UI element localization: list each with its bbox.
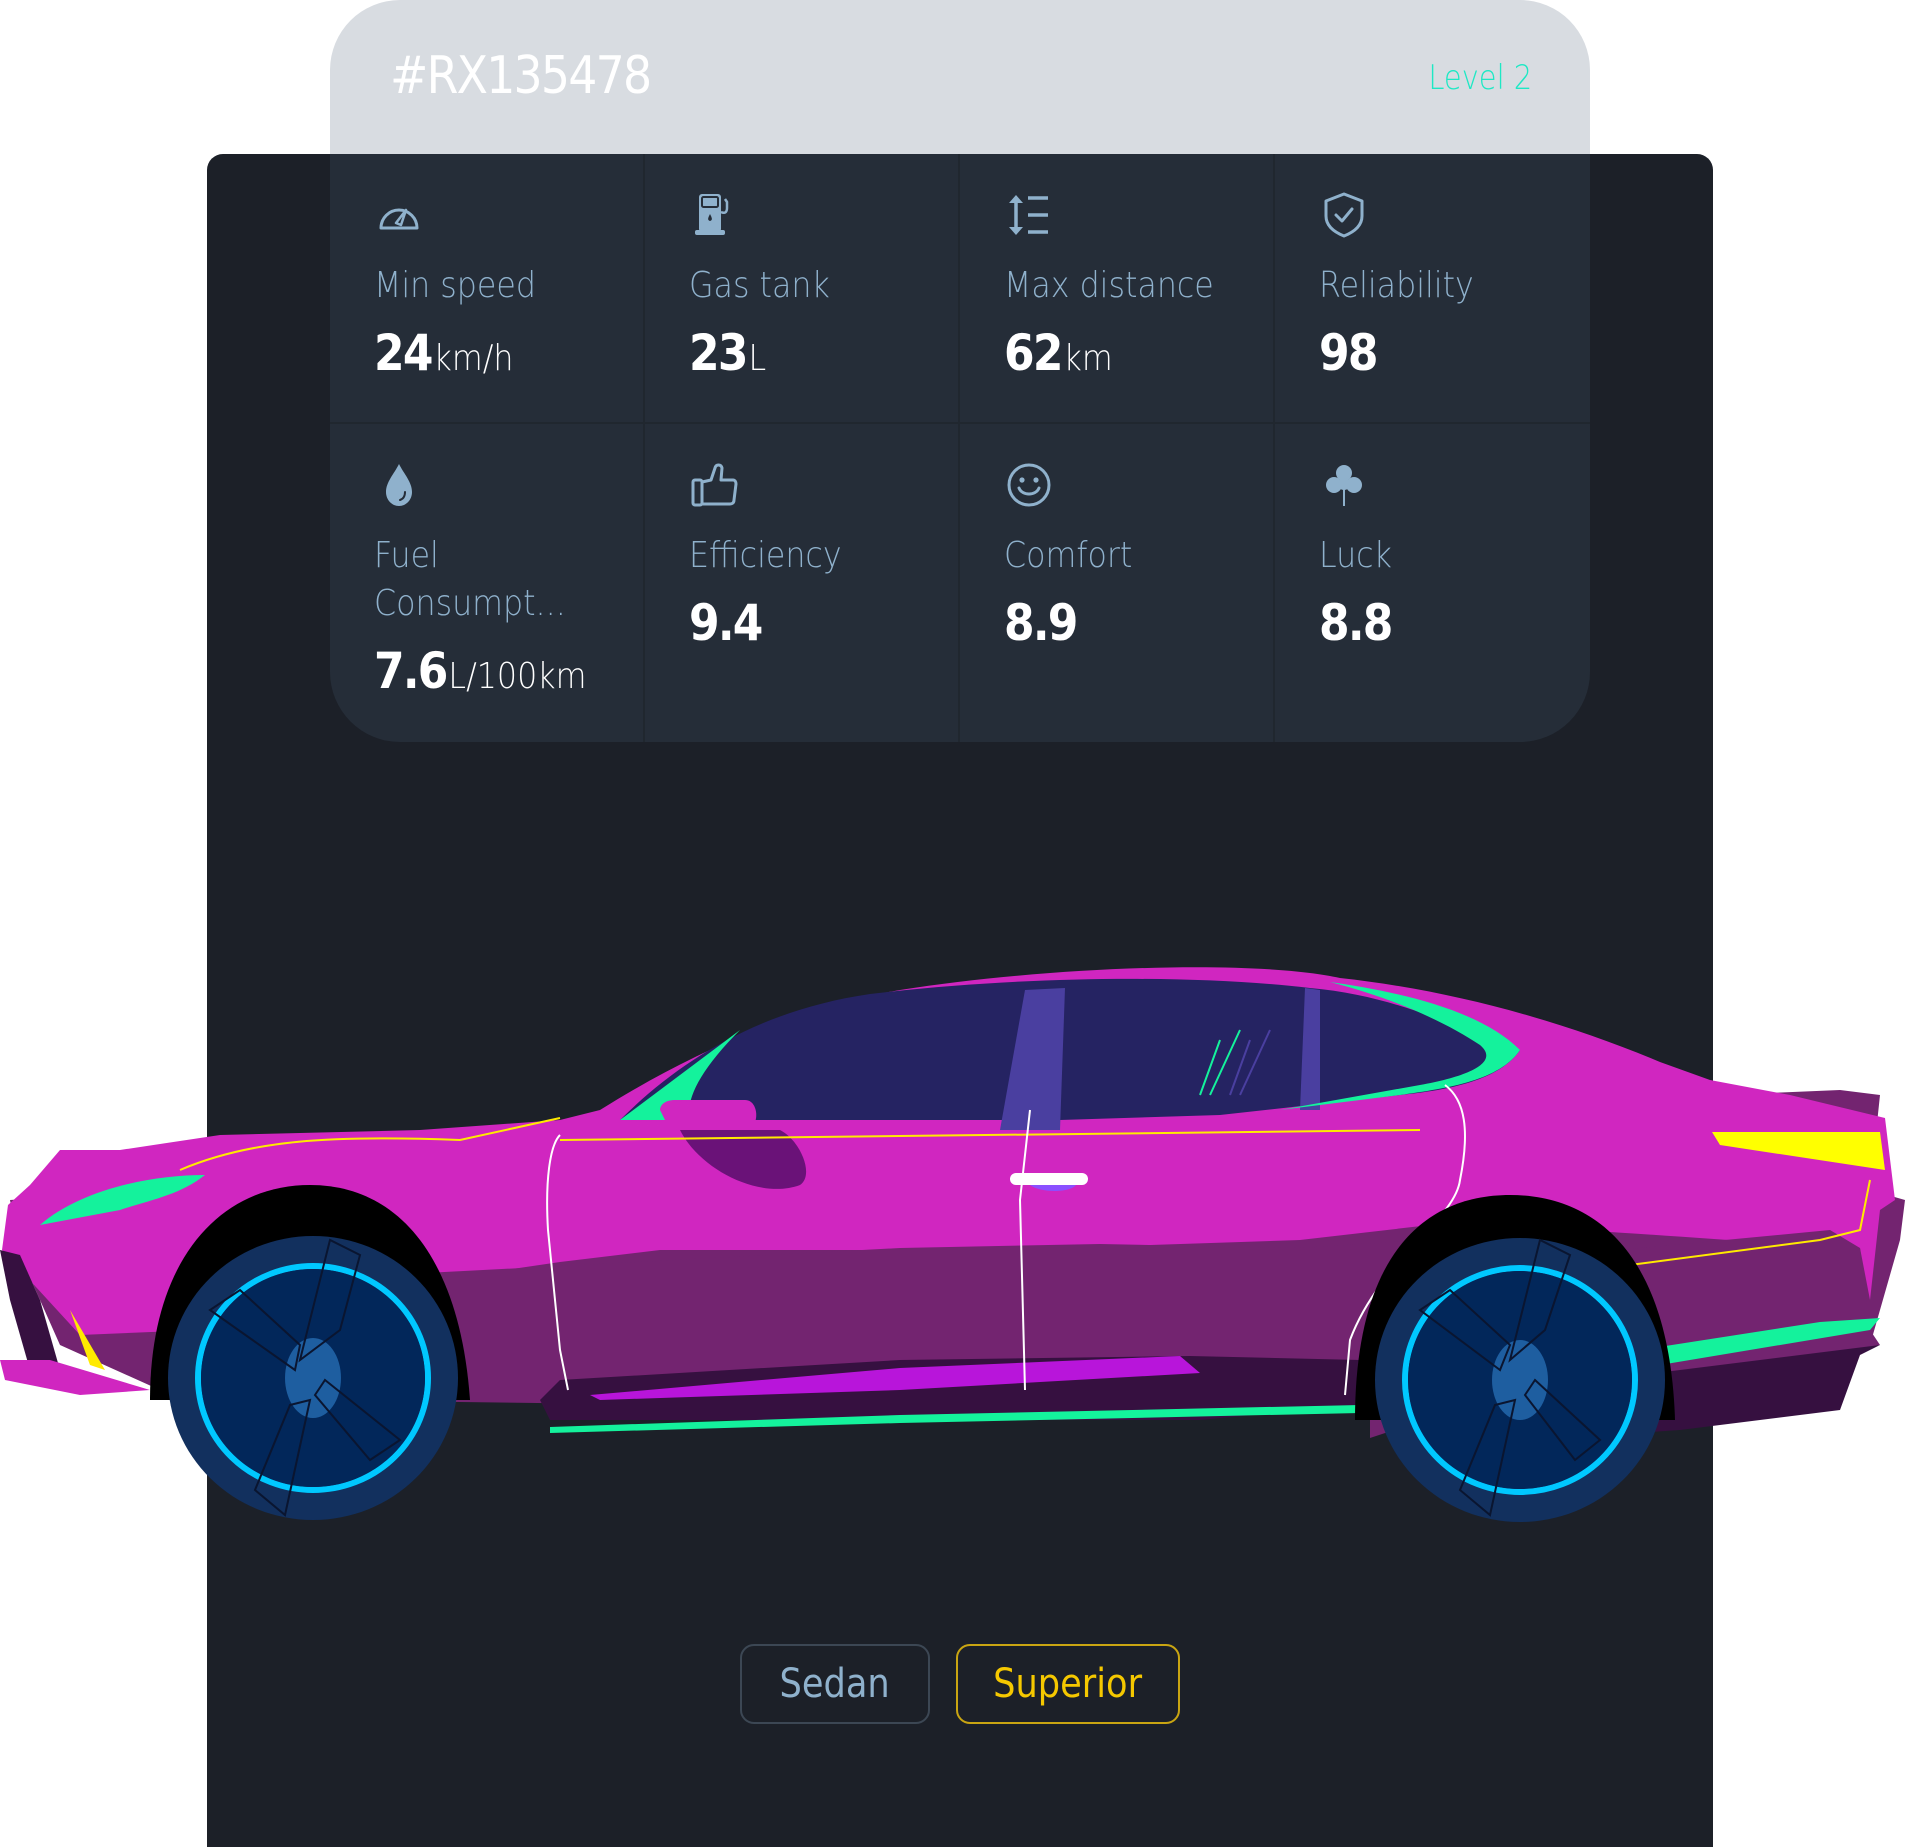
drop-icon (374, 460, 424, 510)
vehicle-id: #RX135478 (390, 46, 652, 106)
stat-max-distance: Max distance 62km (960, 154, 1275, 424)
stat-value: 23L (689, 324, 767, 382)
smiley-icon (1004, 460, 1054, 510)
stat-value: 8.9 (1004, 594, 1078, 652)
distance-icon (1004, 190, 1054, 240)
stat-min-speed: Min speed 24km/h (330, 154, 645, 424)
stat-fuel-consumption: Fuel Consumpt... 7.6L/100km (330, 424, 645, 742)
vehicle-tags: Sedan Superior (740, 1644, 1180, 1724)
stat-comfort: Comfort 8.9 (960, 424, 1275, 742)
stat-value: 7.6L/100km (374, 642, 587, 700)
front-wheel (168, 1236, 458, 1520)
vehicle-header: #RX135478 Level 2 (330, 0, 1590, 160)
tag-superior[interactable]: Superior (956, 1644, 1180, 1724)
gas-pump-icon (689, 190, 739, 240)
thumbs-up-icon (689, 460, 739, 510)
stat-value: 62km (1004, 324, 1113, 382)
stat-value: 9.4 (689, 594, 763, 652)
stat-value: 24km/h (374, 324, 514, 382)
rear-wheel (1375, 1238, 1665, 1522)
level-badge: Level 2 (1428, 58, 1532, 98)
car-illustration (0, 967, 1905, 1522)
stat-luck: Luck 8.8 (1275, 424, 1590, 742)
stat-label: Efficiency (689, 535, 842, 576)
stat-gas-tank: Gas tank 23L (645, 154, 960, 424)
tag-sedan[interactable]: Sedan (740, 1644, 930, 1724)
shield-check-icon (1319, 190, 1369, 240)
stat-label: Comfort (1004, 535, 1133, 576)
stat-label: Fuel Consumpt... (374, 535, 566, 624)
stat-label: Min speed (374, 265, 536, 306)
stat-value: 98 (1319, 324, 1378, 382)
stat-label: Reliability (1319, 265, 1474, 306)
stats-grid: Min speed 24km/h Gas tank 23L Max distan… (330, 154, 1590, 742)
stat-label: Gas tank (689, 265, 830, 306)
stat-label: Luck (1319, 535, 1392, 576)
stat-value: 8.8 (1319, 594, 1393, 652)
clover-icon (1319, 460, 1369, 510)
stat-reliability: Reliability 98 (1275, 154, 1590, 424)
stat-label: Max distance (1004, 265, 1214, 306)
stat-efficiency: Efficiency 9.4 (645, 424, 960, 742)
speedometer-icon (374, 190, 424, 240)
door-handle (1010, 1173, 1088, 1185)
